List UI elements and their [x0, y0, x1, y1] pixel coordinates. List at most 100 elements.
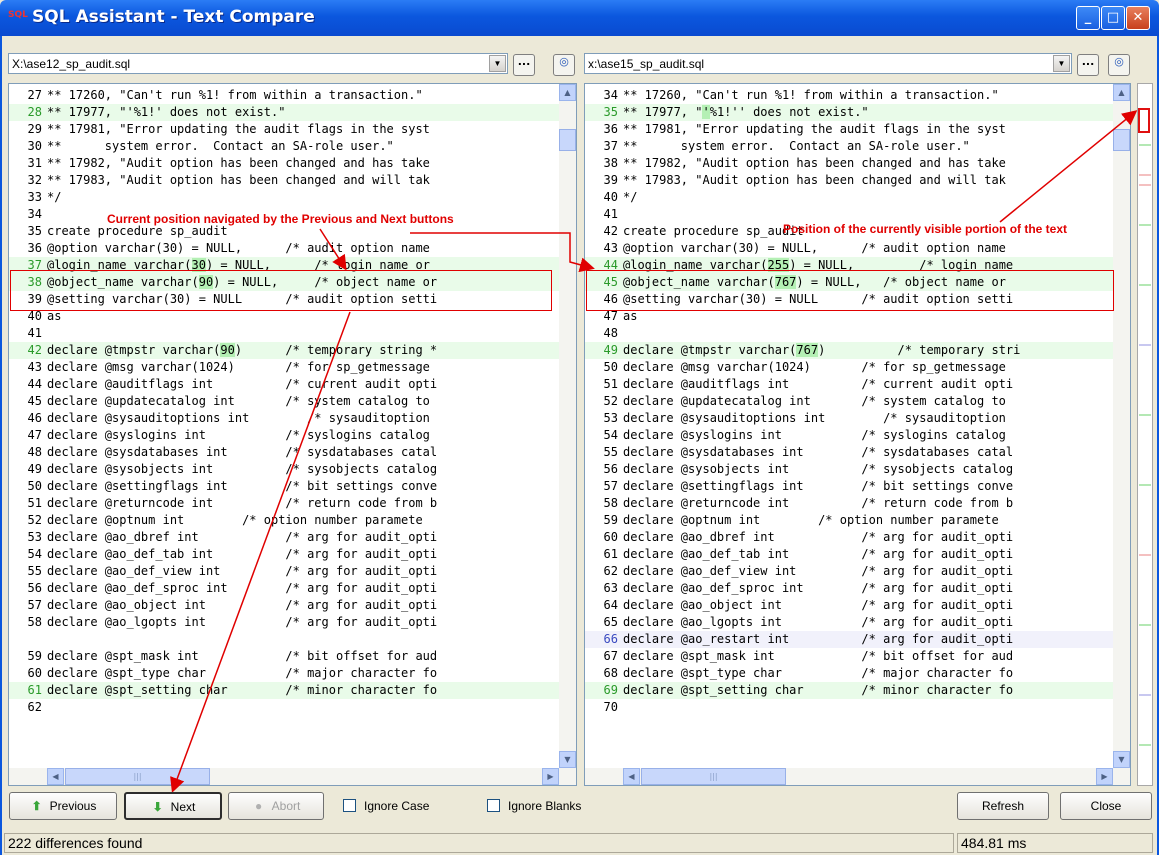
right-vertical-scrollbar[interactable]: ▲ ▼: [1113, 84, 1130, 768]
code-line: 27 ** 17260, "Can't run %1! from within a…: [9, 87, 559, 104]
left-target-button[interactable]: ◎: [553, 54, 575, 76]
code-line: 55 declare @ao_def_view int /* arg for au…: [9, 563, 559, 580]
scroll-up-icon[interactable]: ▲: [1113, 84, 1130, 101]
line-text: ** 17260, "Can't run %1! from within a t…: [47, 88, 423, 102]
difference-overview-bar[interactable]: [1137, 83, 1153, 786]
right-horizontal-scrollbar[interactable]: ◀ ||| ▶: [585, 768, 1130, 785]
code-line: 60 declare @ao_dbref int /* arg for audit…: [585, 529, 1113, 546]
visible-portion-indicator[interactable]: [1138, 108, 1150, 133]
line-number: 45: [27, 394, 42, 408]
line-number: 55: [27, 564, 42, 578]
line-text: @option varchar(30) = NULL, /* audit opt…: [623, 241, 1006, 255]
scroll-left-icon[interactable]: ◀: [47, 768, 64, 785]
scroll-thumb[interactable]: |||: [641, 768, 786, 785]
code-line: 66 declare @ao_restart int /* arg for aud…: [585, 631, 1113, 648]
line-text: ** 17977, "'%1!' does not exist.": [47, 105, 286, 119]
checkbox-box[interactable]: [343, 799, 356, 812]
line-number: 43: [603, 241, 618, 255]
code-line: 47 declare @syslogins int /* syslogins ca…: [9, 427, 559, 444]
ignore-blanks-checkbox[interactable]: Ignore Blanks: [487, 799, 581, 813]
scroll-thumb[interactable]: [559, 129, 576, 151]
abort-button[interactable]: ● Abort: [228, 792, 324, 820]
code-line: 61 declare @ao_def_tab int /* arg for aud…: [585, 546, 1113, 563]
code-line: 32 ** 17983, "Audit option has been chang…: [9, 172, 559, 189]
right-target-button[interactable]: ◎: [1108, 54, 1130, 76]
line-text: declare @tmpstr varchar(90) /* temporary…: [47, 343, 438, 357]
maximize-icon: □: [1106, 10, 1120, 25]
code-line: 65 declare @ao_lgopts int /* arg for audi…: [585, 614, 1113, 631]
scroll-left-icon[interactable]: ◀: [623, 768, 640, 785]
line-text: declare @spt_mask int /* bit offset for …: [623, 649, 1014, 663]
window-title: SQL Assistant - Text Compare: [32, 7, 315, 27]
left-horizontal-scrollbar[interactable]: ◀ ||| ▶: [9, 768, 576, 785]
checkbox-box[interactable]: [487, 799, 500, 812]
code-line: 61 declare @spt_setting char /* minor cha…: [9, 682, 559, 699]
line-text: declare @syslogins int /* syslogins cata…: [47, 428, 430, 442]
line-number: 43: [27, 360, 42, 374]
scroll-right-icon[interactable]: ▶: [542, 768, 559, 785]
scroll-down-icon[interactable]: ▼: [559, 751, 576, 768]
previous-button[interactable]: ⬆ Previous: [9, 792, 117, 820]
code-line: 52 declare @optnum int /* option number p…: [9, 512, 559, 529]
line-number: 44: [27, 377, 42, 391]
line-text: ** 17981, "Error updating the audit flag…: [47, 122, 430, 136]
line-text: as: [623, 309, 638, 323]
line-number: 29: [27, 122, 42, 136]
line-text: @option varchar(30) = NULL, /* audit opt…: [47, 241, 430, 255]
line-number: 35: [603, 105, 618, 119]
line-number: 58: [27, 615, 42, 629]
line-number: 48: [603, 326, 618, 340]
line-text: ** 17982, "Audit option has been changed…: [47, 156, 430, 170]
line-text: declare @auditflags int /* current audit…: [47, 377, 438, 391]
scroll-down-icon[interactable]: ▼: [1113, 751, 1130, 768]
left-lines: 27 ** 17260, "Can't run %1! from within a…: [9, 87, 559, 716]
previous-label: Previous: [49, 799, 97, 813]
line-text: declare @spt_setting char /* minor chara…: [623, 683, 1014, 697]
line-text: declare @updatecatalog int /* system cat…: [623, 394, 1006, 408]
left-vertical-scrollbar[interactable]: ▲ ▼: [559, 84, 576, 768]
left-file-select[interactable]: X:\ase12_sp_audit.sql ▼: [8, 53, 508, 74]
abort-label: Abort: [271, 799, 301, 813]
line-number: 54: [603, 428, 618, 442]
right-browse-button[interactable]: ...: [1077, 54, 1099, 76]
line-text: declare @ao_object int /* arg for audit_…: [623, 598, 1014, 612]
minimize-button[interactable]: _: [1076, 6, 1100, 30]
diff-marker: [1139, 344, 1151, 346]
chevron-down-icon[interactable]: ▼: [1053, 55, 1070, 72]
code-line: 51 declare @auditflags int /* current aud…: [585, 376, 1113, 393]
scroll-thumb[interactable]: [1113, 129, 1130, 151]
line-text: declare @msg varchar(1024) /* for sp_get…: [623, 360, 1006, 374]
ignore-case-checkbox[interactable]: Ignore Case: [343, 799, 429, 813]
target-icon: ◎: [559, 55, 569, 68]
scroll-thumb[interactable]: |||: [65, 768, 210, 785]
line-number: 28: [27, 105, 42, 119]
line-text: declare @sysauditoptions int /* sysaudit…: [623, 411, 1006, 425]
maximize-button[interactable]: □: [1101, 6, 1125, 30]
line-number: 52: [603, 394, 618, 408]
chevron-down-icon[interactable]: ▼: [489, 55, 506, 72]
left-text-pane[interactable]: 27 ** 17260, "Can't run %1! from within a…: [8, 83, 577, 786]
code-line: 44 declare @auditflags int /* current aud…: [9, 376, 559, 393]
scroll-right-icon[interactable]: ▶: [1096, 768, 1113, 785]
refresh-button[interactable]: Refresh: [957, 792, 1049, 820]
line-number: 52: [27, 513, 42, 527]
code-line: 64 declare @ao_object int /* arg for audi…: [585, 597, 1113, 614]
right-file-select[interactable]: x:\ase15_sp_audit.sql ▼: [584, 53, 1072, 74]
line-text: declare @settingflags int /* bit setting…: [47, 479, 438, 493]
line-number: 41: [603, 207, 618, 221]
line-number: 53: [27, 530, 42, 544]
scroll-up-icon[interactable]: ▲: [559, 84, 576, 101]
code-line: 55 declare @sysdatabases int /* sysdataba…: [585, 444, 1113, 461]
close-window-button[interactable]: ✕: [1126, 6, 1150, 30]
right-text-pane[interactable]: 34 ** 17260, "Can't run %1! from within a…: [584, 83, 1131, 786]
browse-label: ...: [1081, 55, 1095, 68]
close-button[interactable]: Close: [1060, 792, 1152, 820]
right-file-path: x:\ase15_sp_audit.sql: [588, 57, 705, 71]
line-text: declare @sysauditoptions int /* sysaudit…: [47, 411, 430, 425]
code-line: 62 declare @ao_def_view int /* arg for au…: [585, 563, 1113, 580]
code-line: 53 declare @sysauditoptions int /* sysaud…: [585, 410, 1113, 427]
code-line: 28 ** 17977, "'%1!' does not exist.": [9, 104, 559, 121]
next-button[interactable]: ⬇ Next: [124, 792, 222, 820]
left-browse-button[interactable]: ...: [513, 54, 535, 76]
